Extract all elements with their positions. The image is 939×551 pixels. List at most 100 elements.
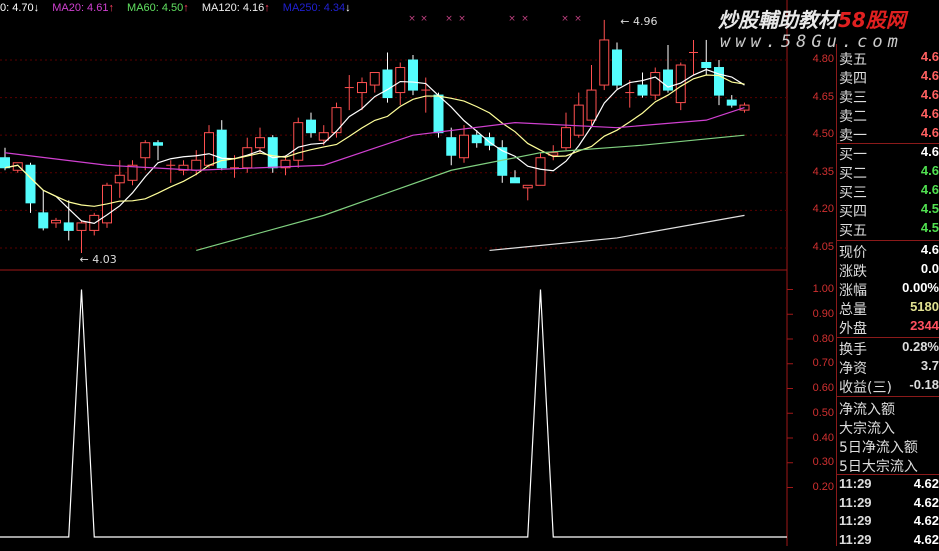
signal-marker: × — [561, 14, 569, 24]
ask-label: 卖四 — [839, 71, 867, 87]
candle-up — [599, 39, 610, 86]
arrow-up-icon: ↑ — [264, 2, 270, 14]
high-label: ← 4.96 — [620, 15, 657, 28]
bid-value: 4.5 — [920, 220, 939, 235]
candle-down — [433, 94, 444, 134]
panel-divider — [836, 396, 939, 397]
price-axis-label: 4.80 — [812, 53, 834, 65]
ask-row: 卖五 4.6 — [839, 49, 939, 68]
candle-up — [395, 67, 406, 94]
panel-border — [836, 44, 837, 546]
price-axis-label: 4.50 — [812, 128, 834, 141]
quote-value: 0.00% — [902, 280, 939, 295]
tick-time: 11:29 — [839, 476, 872, 491]
price-axis-label: 4.05 — [812, 241, 834, 253]
flow-label: 5日净流入额 — [839, 440, 918, 456]
ask-label: 卖三 — [839, 90, 867, 106]
flow-label: 净流入额 — [839, 402, 895, 418]
price-axis-label: 4.35 — [812, 165, 834, 178]
signal-marker: × — [458, 14, 466, 24]
quote-label: 现价 — [839, 245, 867, 261]
candle-up — [522, 184, 533, 189]
quote-label: 总量 — [839, 302, 867, 318]
ask-row: 卖一 4.6 — [839, 125, 939, 144]
fund-row: 净资 3.7 — [839, 358, 939, 377]
panel-divider — [836, 474, 939, 475]
indicator-axis-label: 0.80 — [812, 332, 834, 345]
signal-marker: × — [508, 14, 516, 24]
fund-value: 3.7 — [920, 358, 939, 373]
flow-row: 5日净流入额 — [839, 437, 939, 456]
tick-time: 11:29 — [839, 513, 872, 528]
bid-label: 买四 — [839, 204, 867, 220]
bid-label: 买一 — [839, 147, 867, 163]
ask-value: 4.6 — [920, 49, 939, 64]
bid-row: 买三 4.6 — [839, 182, 939, 201]
bid-row: 买四 4.5 — [839, 201, 939, 220]
bid-label: 买三 — [839, 185, 867, 201]
candle-down — [612, 49, 622, 86]
candle-up — [204, 132, 214, 166]
ma250-value: MA250: 4.34 — [282, 2, 346, 14]
ask-value: 4.6 — [920, 106, 939, 121]
tick-row: 11:29 4.62 — [839, 532, 939, 551]
quote-value: 0.0 — [920, 261, 939, 276]
candle-up — [535, 157, 546, 186]
arrow-down-icon: ↓ — [33, 2, 40, 14]
arrow-up-icon: ↑ — [108, 2, 114, 14]
flow-label: 5日大宗流入 — [839, 459, 918, 475]
panel-divider — [836, 143, 939, 144]
signal-line — [0, 289, 787, 538]
candle-up — [586, 89, 597, 121]
bid-value: 4.6 — [920, 144, 939, 159]
candle-up — [191, 159, 202, 171]
candle-up — [561, 127, 571, 149]
candle-up — [318, 132, 329, 141]
ma60-value: MA60: 4.50 — [127, 2, 184, 14]
candle-up — [357, 82, 367, 94]
candle-down — [510, 177, 520, 184]
quote-row: 现价 4.6 — [839, 242, 939, 261]
quote-row: 涨跌 0.0 — [839, 261, 939, 280]
panel-divider — [836, 240, 939, 241]
ma120-line — [489, 214, 745, 252]
fund-label: 换手 — [839, 342, 867, 358]
candle-down — [714, 67, 724, 96]
candle-down — [63, 222, 74, 231]
fund-row: 换手 0.28% — [839, 339, 939, 358]
signal-marker: × — [445, 14, 453, 24]
ask-label: 卖二 — [839, 109, 867, 125]
flow-row: 5日大宗流入 — [839, 456, 939, 475]
bid-label: 买二 — [839, 166, 867, 182]
indicator-axis-label: 0.20 — [812, 481, 834, 493]
ma20-value: MA20: 4.61 — [52, 2, 109, 14]
candle-up — [573, 104, 584, 136]
ask-row: 卖三 4.6 — [839, 87, 939, 106]
candle-down — [306, 119, 316, 134]
candle-down — [471, 134, 482, 144]
candle-up — [255, 137, 265, 149]
ma-legend: 0: 4.70↓ MA20: 4.61↑ MA60: 4.50↑ MA120: … — [0, 2, 361, 14]
tick-price: 4.62 — [913, 531, 939, 547]
candle-up — [650, 72, 661, 96]
bid-value: 4.5 — [920, 201, 939, 216]
ma20-line — [4, 107, 745, 171]
candle-down — [408, 59, 418, 91]
tick-row: 11:29 4.62 — [839, 513, 939, 532]
quote-row: 总量 5180 — [839, 299, 939, 318]
quote-row: 外盘 2344 — [839, 318, 939, 337]
ma60-line — [196, 134, 745, 252]
quote-row: 涨幅 0.00% — [839, 280, 939, 299]
candle-up — [140, 142, 151, 159]
ma10-line — [4, 74, 745, 207]
fund-value: 0.28% — [902, 339, 939, 354]
candle-down — [153, 142, 163, 146]
tick-price: 4.62 — [913, 494, 939, 510]
candle-up — [114, 174, 125, 184]
candle-up — [331, 107, 342, 134]
indicator-axis-label: 0.50 — [812, 406, 834, 419]
indicator-axis-label: 0.90 — [812, 307, 834, 320]
candle-up — [242, 147, 253, 169]
signal-marker: × — [408, 14, 416, 24]
ask-value: 4.6 — [920, 87, 939, 102]
